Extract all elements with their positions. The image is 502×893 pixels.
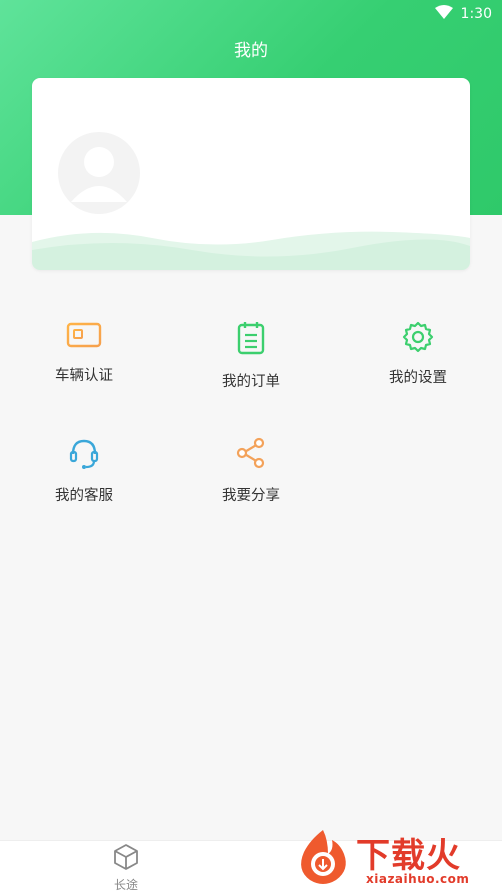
profile-card[interactable]: [32, 78, 470, 270]
tab-long-distance[interactable]: 长途: [98, 843, 154, 893]
cube-icon: [98, 843, 154, 875]
headset-icon: [24, 436, 144, 474]
menu-item-vehicle-auth[interactable]: 车辆认证: [24, 320, 144, 385]
clipboard-icon: [191, 320, 311, 360]
watermark-title: 下载火: [356, 836, 461, 876]
watermark-logo: 下载火 xiazaihuo.com: [292, 824, 498, 890]
id-card-icon: [24, 320, 144, 354]
tab-label: 长途: [113, 878, 138, 892]
watermark-subtitle: xiazaihuo.com: [366, 872, 470, 886]
share-icon: [191, 436, 311, 474]
status-bar: 1:30: [434, 0, 502, 28]
wifi-icon: [434, 5, 453, 23]
menu-item-customer-service[interactable]: 我的客服: [24, 436, 144, 505]
menu-item-label: 车辆认证: [55, 368, 113, 384]
menu-item-share[interactable]: 我要分享: [191, 436, 311, 505]
menu-item-label: 我要分享: [222, 488, 280, 504]
avatar-placeholder-icon[interactable]: [58, 132, 140, 214]
menu-item-label: 我的订单: [222, 374, 280, 390]
gear-icon: [358, 320, 478, 358]
status-time: 1:30: [460, 6, 492, 22]
page-title: 我的: [234, 41, 268, 61]
menu-item-label: 我的设置: [389, 370, 447, 386]
card-wave-decoration: [32, 231, 470, 270]
flame-logo-icon: [301, 830, 346, 884]
menu-item-label: 我的客服: [55, 488, 113, 504]
menu-item-orders[interactable]: 我的订单: [191, 320, 311, 391]
menu-item-settings[interactable]: 我的设置: [358, 320, 478, 387]
